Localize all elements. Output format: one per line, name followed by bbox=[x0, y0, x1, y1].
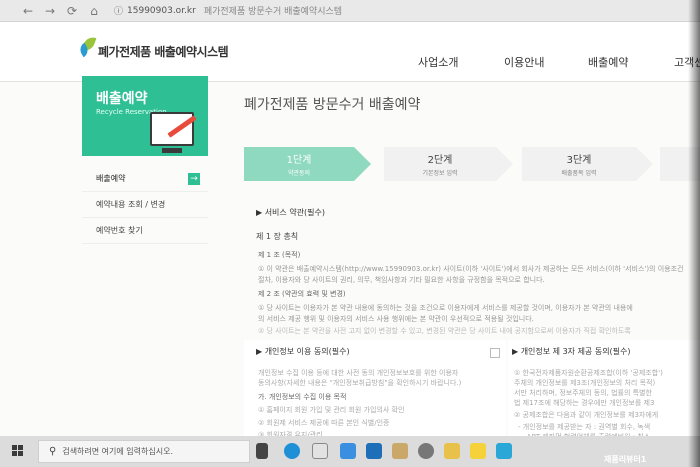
side-menu-label: 배출예약 bbox=[96, 174, 126, 183]
twitter-icon[interactable] bbox=[340, 443, 356, 459]
side-menu-label: 예약내용 조회 / 변경 bbox=[96, 200, 166, 209]
terms-line: ① 당 사이트는 이용자가 본 약관 내용에 동의하는 것을 조건으로 이용자에… bbox=[258, 304, 633, 312]
page-title: 폐가전제품 방문수거 배출예약 bbox=[244, 97, 421, 113]
privacy-line: 가. 개인정보의 수집 이용 목적 bbox=[258, 393, 347, 401]
terms-line: 절차, 이용자와 당 사이트의 권리, 의무, 책임사항과 기타 필요한 사항을… bbox=[258, 276, 545, 284]
banner-title: 배출예약 bbox=[96, 91, 148, 107]
edge-icon[interactable] bbox=[284, 443, 300, 459]
photos-icon[interactable] bbox=[470, 443, 486, 459]
settings-icon[interactable] bbox=[392, 443, 408, 459]
third-party-consent-box: ▶ 개인정보 제 3자 제공 동의(필수) ① 한국전자제품자원순환공제조합(이… bbox=[508, 340, 700, 441]
third-party-heading: ▶ 개인정보 제 3자 제공 동의(필수) bbox=[512, 347, 631, 356]
third-party-line: ① 한국전자제품자원순환공제조합(이하 '공제조합') bbox=[514, 369, 663, 377]
step-number: 2단계 bbox=[427, 155, 453, 166]
windows-start-icon[interactable] bbox=[12, 445, 24, 457]
step-number: 1단계 bbox=[286, 155, 312, 166]
terms-chapter: 제 1 장 총칙 bbox=[256, 232, 299, 241]
side-menu-item-find-number[interactable]: 예약번호 찾기 bbox=[82, 218, 208, 244]
privacy-agree-checkbox[interactable] bbox=[490, 348, 500, 358]
home-icon[interactable]: ⌂ bbox=[86, 3, 102, 19]
monitor-stand-icon bbox=[162, 148, 182, 153]
search-placeholder: 검색하려면 여기에 입력하십시오. bbox=[62, 447, 173, 456]
side-menu-item-reservation[interactable]: 배출예약 → bbox=[82, 166, 208, 192]
search-icon: ⚲ bbox=[49, 446, 57, 457]
app2-icon[interactable] bbox=[496, 443, 512, 459]
privacy-line: ② 회원제 서비스 제공에 따른 본인 식별/인증 bbox=[258, 419, 390, 427]
lock-icon[interactable]: ⓘ bbox=[114, 4, 123, 17]
privacy-heading: ▶ 개인정보 이용 동의(필수) bbox=[256, 347, 350, 356]
screen: ← → ⟳ ⌂ ⓘ 15990903.or.kr 폐가전제품 방문수거 배출예약… bbox=[0, 0, 700, 467]
privacy-line: ① 홈페이지 회원 가입 및 관리 회원 가입의사 확인 bbox=[258, 406, 405, 414]
watermark: 제품리뷰터1 bbox=[604, 455, 647, 464]
step-indicator: 1단계 약관동의 2단계 기본정보 입력 3단계 배출품목 입력 bbox=[244, 147, 700, 181]
logo-text: 폐가전제품 배출예약시스템 bbox=[98, 45, 229, 59]
app-icon[interactable] bbox=[366, 443, 382, 459]
terms-line: 제 1 조 (목적) bbox=[258, 251, 301, 259]
third-party-line: 서만 처리하며, 정보주체의 동의, 법률의 특별한 bbox=[514, 389, 652, 397]
step-label: 기본정보 입력 bbox=[422, 170, 458, 177]
third-party-line: 법 제17조에 해당하는 경우에만 개인정보를 제3 bbox=[514, 399, 655, 407]
terms-line: ① 이 약관은 배출예약시스템(http://www.15990903.or.k… bbox=[258, 265, 684, 273]
terms-line: ② 당 사이트는 본 약관을 사전 고지 없이 변경할 수 있고, 변경된 약관… bbox=[258, 327, 631, 335]
step-label: 약관동의 bbox=[287, 170, 311, 177]
site-logo[interactable]: 폐가전제품 배출예약시스템 bbox=[77, 34, 229, 62]
step-1: 1단계 약관동의 bbox=[244, 147, 371, 181]
kakaotalk-icon[interactable] bbox=[444, 443, 460, 459]
page-tab-title: 폐가전제품 방문수거 배출예약시스템 bbox=[203, 7, 343, 17]
taskbar-search-box[interactable]: ⚲ 검색하려면 여기에 입력하십시오. bbox=[38, 440, 250, 463]
browser-toolbar: ← → ⟳ ⌂ ⓘ 15990903.or.kr 폐가전제품 방문수거 배출예약… bbox=[0, 0, 700, 22]
arrow-right-icon: → bbox=[188, 173, 200, 185]
nav-item-guide[interactable]: 이용안내 bbox=[504, 54, 544, 70]
terms-line: 제 2 조 (약관의 효력 및 변경) bbox=[258, 290, 346, 298]
nav-item-about[interactable]: 사업소개 bbox=[418, 54, 458, 70]
third-party-line: 주체의 개인정보를 제3조(개인정보의 처리 목적) bbox=[514, 379, 656, 387]
refresh-icon[interactable]: ⟳ bbox=[64, 3, 80, 19]
third-party-line: - 개인정보를 제공받는 자 : 권역별 회수, 녹색 bbox=[518, 423, 651, 431]
privacy-consent-box: ▶ 개인정보 이용 동의(필수) 개인정보 수집 이용 등에 대한 사전 동의 … bbox=[244, 340, 506, 439]
side-menu: 배출예약 → 예약내용 조회 / 변경 예약번호 찾기 bbox=[82, 166, 208, 244]
address-bar[interactable]: 15990903.or.kr bbox=[127, 6, 196, 16]
step-label: 배출품목 입력 bbox=[561, 170, 597, 177]
leaf-logo-icon bbox=[77, 34, 97, 62]
monitor-bezel bbox=[688, 0, 700, 467]
forward-icon[interactable]: → bbox=[42, 3, 58, 19]
privacy-line: 동의사항(자세한 내용은 "개인정보취급방침"을 확인하시기 바랍니다.) bbox=[258, 379, 462, 387]
step-2: 2단계 기본정보 입력 bbox=[384, 147, 513, 181]
site-header: 폐가전제품 배출예약시스템 사업소개 이용안내 배출예약 고객센 bbox=[0, 22, 700, 82]
privacy-line: 개인정보 수집 이용 등에 대한 사전 동의 개인정보보호를 위한 이용자 bbox=[258, 369, 459, 377]
mail-icon[interactable] bbox=[312, 443, 328, 459]
windows-taskbar: ⚲ 검색하려면 여기에 입력하십시오. bbox=[0, 436, 700, 467]
task-view-icon[interactable] bbox=[256, 443, 268, 459]
step-3: 3단계 배출품목 입력 bbox=[522, 147, 653, 181]
side-menu-label: 예약번호 찾기 bbox=[96, 226, 143, 235]
third-party-line: ② 공제조합은 다음과 같이 개인정보를 제3자에게 bbox=[514, 411, 659, 419]
terms-line: 의 서비스 제공 행위 및 이용자의 서비스 사용 행위에는 본 약관이 우선적… bbox=[258, 315, 534, 323]
step-number: 3단계 bbox=[566, 155, 592, 166]
file-explorer-icon[interactable] bbox=[418, 443, 434, 459]
terms-heading: ▶ 서비스 약관(필수) bbox=[256, 208, 325, 217]
back-icon[interactable]: ← bbox=[20, 3, 36, 19]
side-menu-item-lookup[interactable]: 예약내용 조회 / 변경 bbox=[82, 192, 208, 218]
nav-item-reservation[interactable]: 배출예약 bbox=[588, 54, 628, 70]
